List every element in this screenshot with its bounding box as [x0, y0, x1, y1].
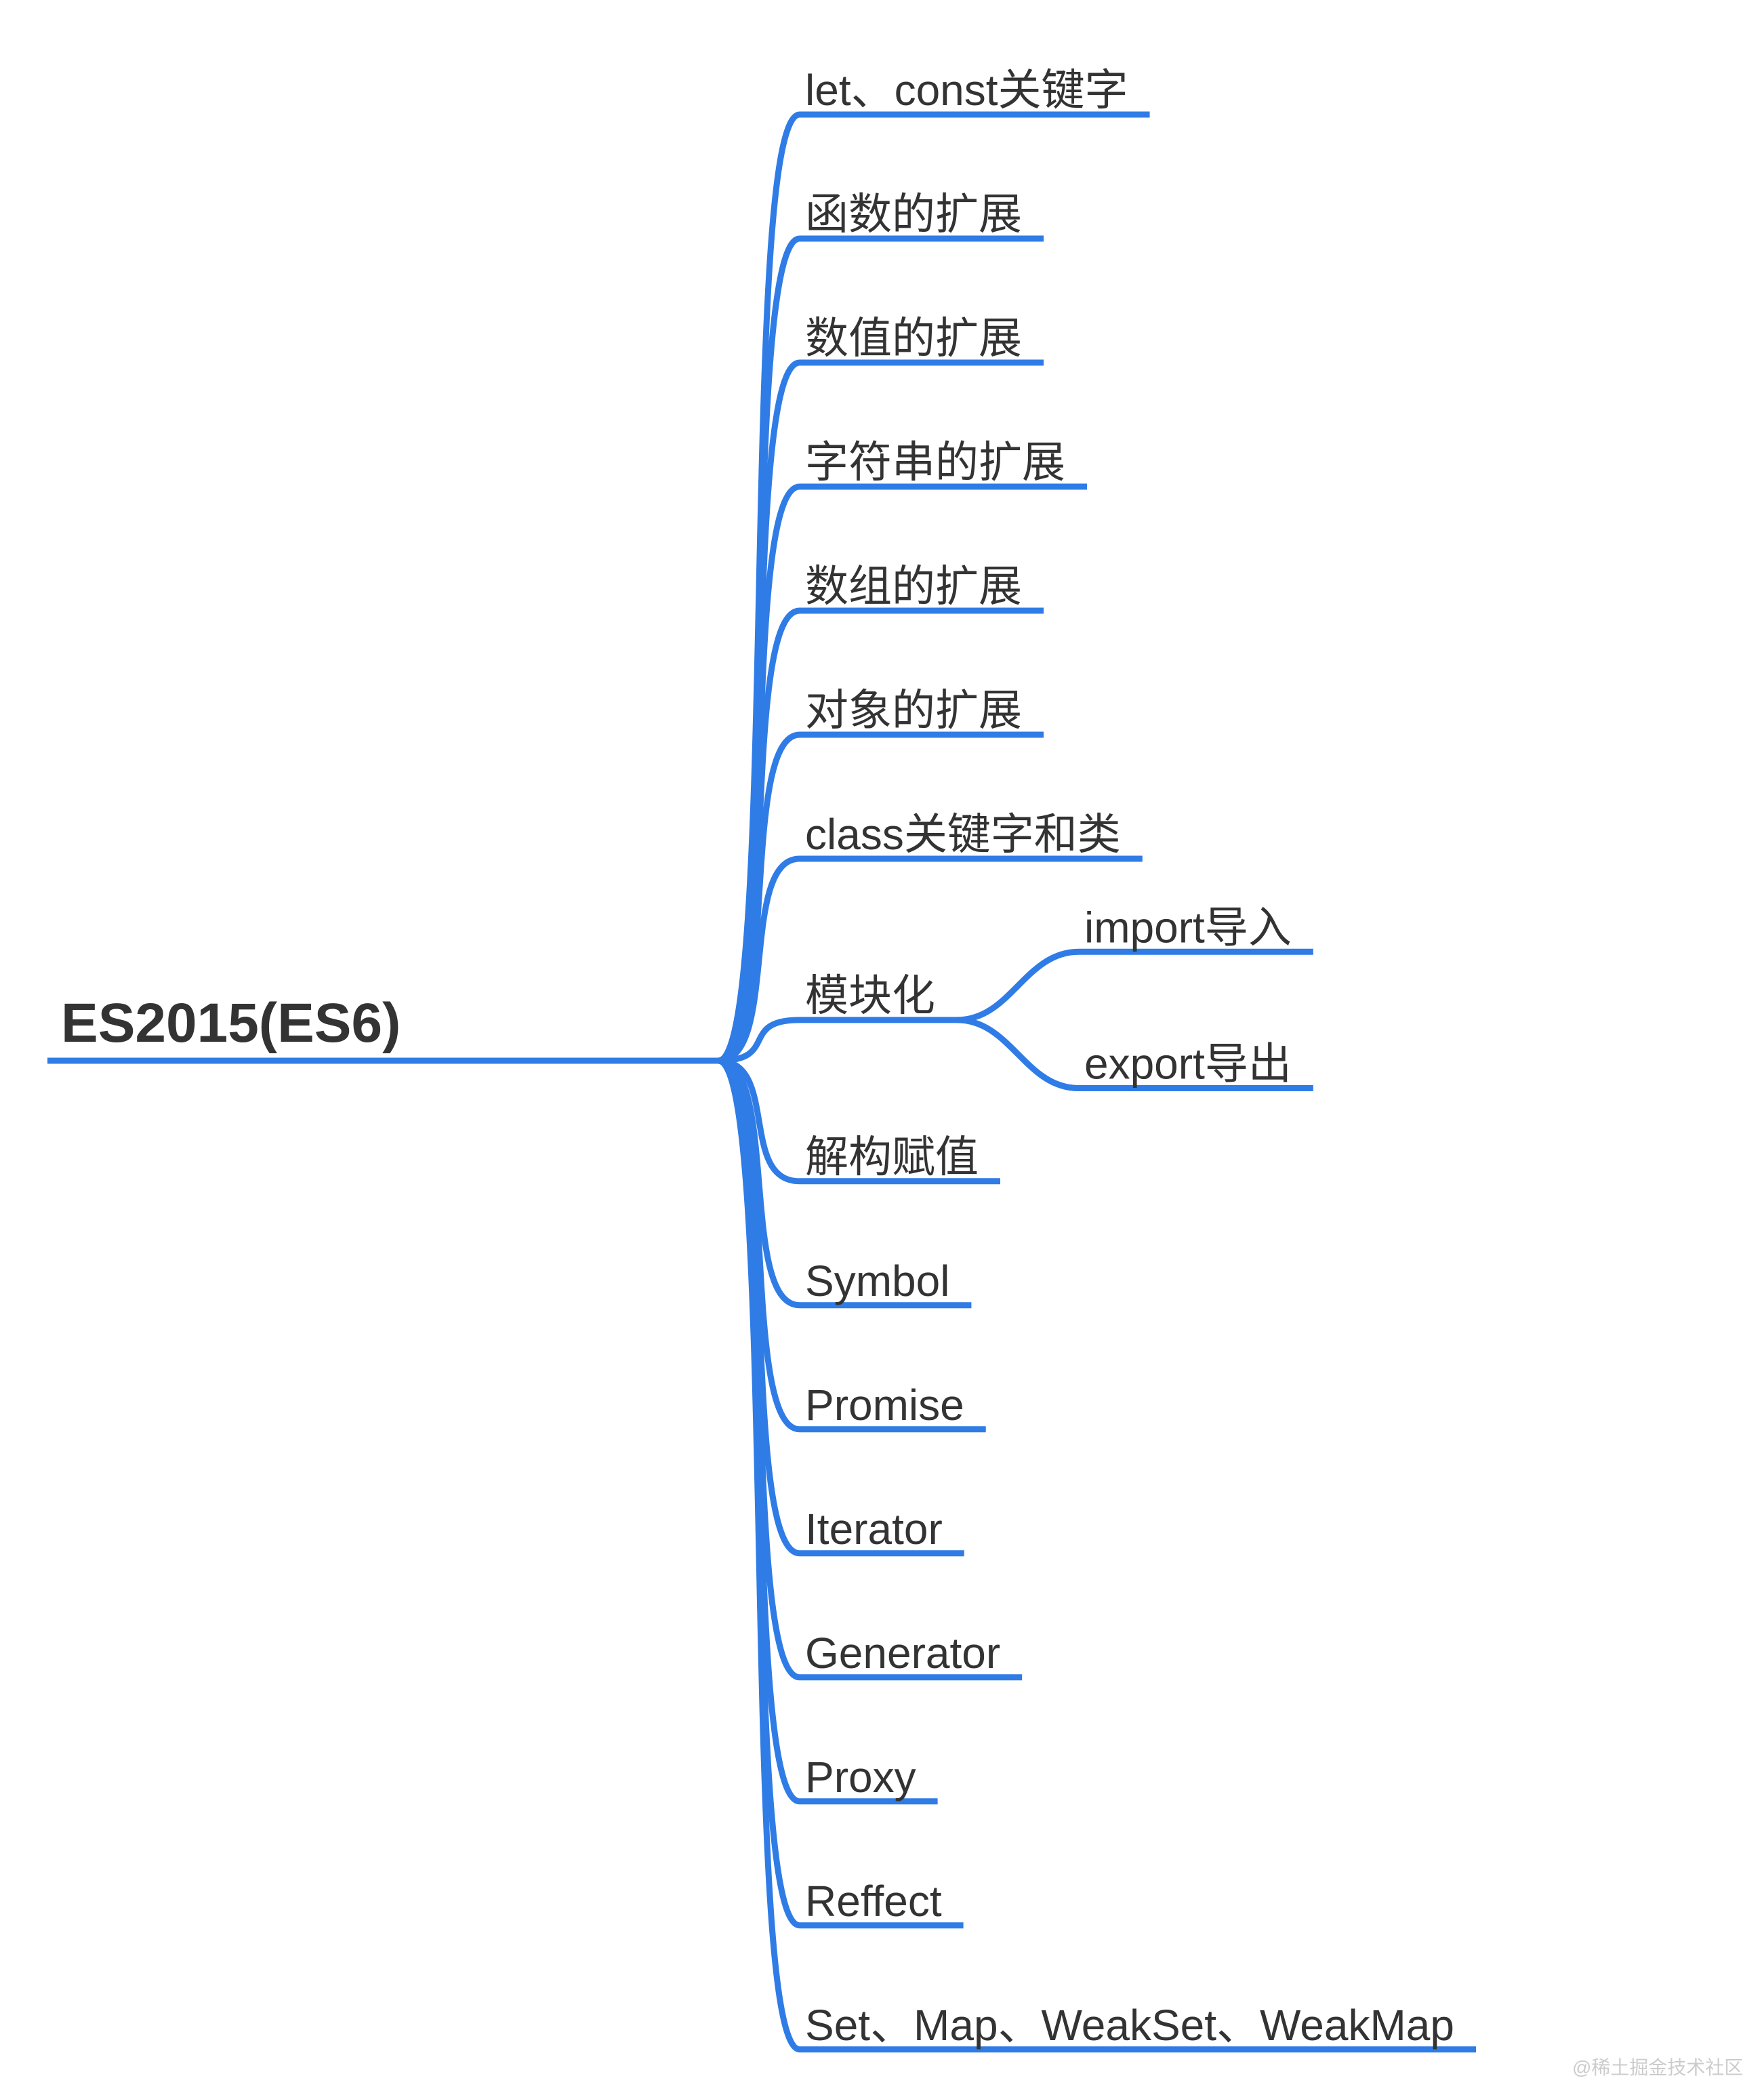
root-node[interactable]: ES2015(ES6) [61, 992, 401, 1054]
watermark: @稀土掘金技术社区 [1572, 2057, 1743, 2078]
level1-node[interactable]: 数值的扩展 [805, 314, 1022, 363]
level1-node[interactable]: 对象的扩展 [805, 686, 1022, 735]
level1-node[interactable]: Promise [805, 1381, 964, 1429]
level1-node[interactable]: Set、Map、WeakSet、WeakMap [805, 2001, 1454, 2050]
level1-node[interactable]: let、const关键字 [805, 66, 1128, 115]
level1-node[interactable]: Reffect [805, 1877, 942, 1926]
mindmap-diagram: ES2015(ES6) let、const关键字函数的扩展数值的扩展字符串的扩展数… [0, 0, 1764, 2095]
level1-node[interactable]: class关键字和类 [805, 810, 1121, 859]
level1-node[interactable]: 函数的扩展 [805, 190, 1022, 239]
level1-node[interactable]: Symbol [805, 1257, 949, 1305]
level1-node[interactable]: Proxy [805, 1753, 916, 1802]
branch [718, 859, 1143, 1061]
level2-node[interactable]: export导出 [1084, 1040, 1292, 1089]
level2-node[interactable]: import导入 [1084, 903, 1292, 952]
level1-node[interactable]: 数组的扩展 [805, 562, 1022, 611]
level1-node[interactable]: 字符串的扩展 [805, 438, 1065, 487]
level1-node[interactable]: 模块化 [805, 971, 935, 1020]
level1-node[interactable]: Generator [805, 1629, 1000, 1677]
branch [718, 1020, 957, 1061]
branch [957, 952, 1313, 1020]
level1-node[interactable]: Iterator [805, 1505, 943, 1553]
level1-node[interactable]: 解构赋值 [805, 1133, 979, 1181]
